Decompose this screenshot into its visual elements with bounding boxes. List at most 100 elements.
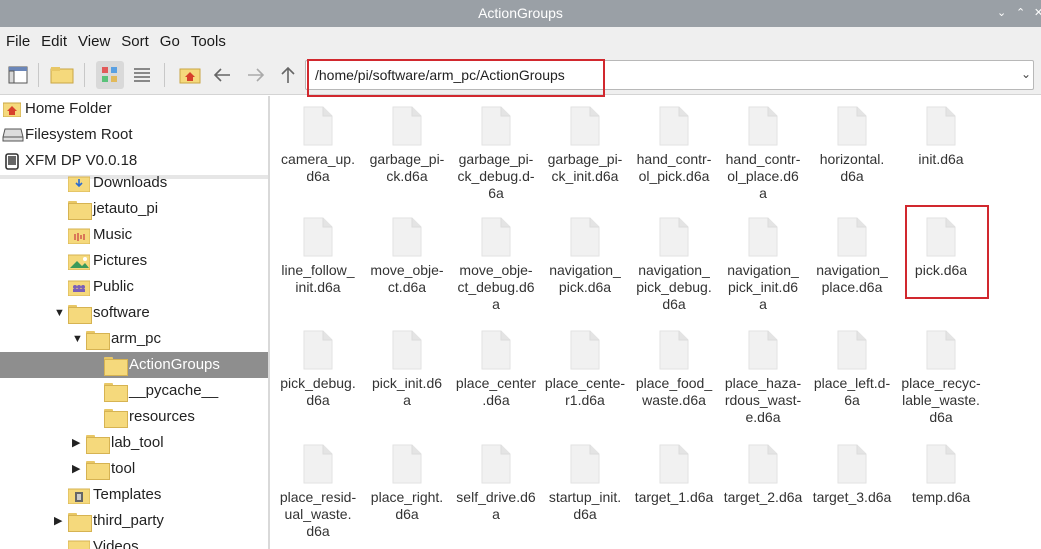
file-item[interactable]: place_resid-ual_waste. d6a [273, 444, 363, 540]
tree-item-templates[interactable]: Templates [0, 482, 268, 508]
file-item[interactable]: place_recyc-lable_waste. d6a [896, 330, 986, 426]
folder-icon [86, 461, 110, 480]
file-item[interactable]: hand_contr-ol_pick.d6a [629, 106, 719, 185]
document-icon [391, 106, 423, 146]
file-item[interactable]: target_1.d6a [629, 444, 719, 506]
maximize-icon[interactable]: ⌃ [1016, 0, 1025, 27]
path-input[interactable]: /home/pi/software/arm_pc/ActionGroups ⌄ [305, 60, 1034, 90]
minimize-icon[interactable]: ⌄ [997, 0, 1006, 27]
tree-item-arm-pc[interactable]: ▼ arm_pc [0, 326, 268, 352]
back-button[interactable] [208, 61, 236, 89]
expand-right-icon[interactable]: ▶ [72, 430, 80, 456]
document-icon [925, 330, 957, 370]
list-view-button[interactable] [128, 61, 156, 89]
file-item[interactable]: pick.d6a [896, 217, 986, 279]
file-item[interactable]: place_haza-rdous_wast-e.d6a [718, 330, 808, 426]
list-view-icon [134, 68, 150, 82]
expand-right-icon[interactable]: ▶ [72, 456, 80, 482]
tree-item-label: Music [93, 226, 133, 243]
document-icon [480, 330, 512, 370]
menu-go[interactable]: Go [154, 33, 185, 50]
file-name: temp.d6a [911, 489, 971, 505]
file-item[interactable]: garbage_pi-ck_init.d6a [540, 106, 630, 185]
file-name: place_cente-r1.d6a [544, 375, 626, 408]
arrow-up-icon [281, 66, 295, 83]
expand-down-icon[interactable]: ▼ [72, 326, 83, 352]
chevron-down-icon[interactable]: ⌄ [1021, 67, 1031, 81]
file-item[interactable]: hand_contr-ol_place.d6 a [718, 106, 808, 202]
file-item[interactable]: place_cente-r1.d6a [540, 330, 630, 409]
file-item[interactable]: garbage_pi-ck.d6a [362, 106, 452, 185]
menu-sort[interactable]: Sort [115, 33, 154, 50]
menu-file[interactable]: File [0, 33, 35, 50]
music-icon [67, 227, 91, 245]
tree-item-actiongroups[interactable]: ActionGroups [0, 352, 268, 378]
tree-item-pycache[interactable]: __pycache__ [0, 378, 268, 404]
file-item[interactable]: place_food_ waste.d6a [629, 330, 719, 409]
file-item[interactable]: horizontal. d6a [807, 106, 897, 185]
public-icon [67, 279, 91, 297]
file-item[interactable]: garbage_pi-ck_debug.d- 6a [451, 106, 541, 202]
file-item[interactable]: navigation_ pick.d6a [540, 217, 630, 296]
tree-item-label: Public [93, 278, 134, 295]
tree-item-lab-tool[interactable]: ▶ lab_tool [0, 430, 268, 456]
icon-view-button[interactable] [96, 61, 124, 89]
file-item[interactable]: navigation_ pick_init.d6 a [718, 217, 808, 313]
expand-down-icon[interactable]: ▼ [54, 300, 65, 326]
file-name: hand_contr-ol_pick.d6a [636, 151, 712, 184]
new-window-button[interactable] [4, 61, 32, 89]
tree-item-label: tool [111, 460, 136, 477]
file-item[interactable]: target_2.d6a [718, 444, 808, 506]
file-item[interactable]: place_left.d- 6a [807, 330, 897, 409]
new-tab-button[interactable] [48, 61, 76, 89]
close-icon[interactable]: ✕ [1034, 0, 1041, 27]
menu-tools[interactable]: Tools [185, 33, 231, 50]
document-icon [302, 217, 334, 257]
file-item[interactable]: startup_init. d6a [540, 444, 630, 523]
file-item[interactable]: place_center .d6a [451, 330, 541, 409]
tree-item-jetauto-pi[interactable]: jetauto_pi [0, 196, 268, 222]
tree-item-videos[interactable]: Videos [0, 534, 268, 549]
menu-edit[interactable]: Edit [35, 33, 72, 50]
new-folder-icon [50, 67, 74, 84]
tree-item-pictures[interactable]: Pictures [0, 248, 268, 274]
file-name: line_follow_ init.d6a [281, 262, 355, 295]
tree-item-third-party[interactable]: ▶ third_party [0, 508, 268, 534]
file-item[interactable]: self_drive.d6 a [451, 444, 541, 523]
document-icon [480, 217, 512, 257]
file-item[interactable]: init.d6a [896, 106, 986, 168]
document-icon [658, 330, 690, 370]
up-button[interactable] [274, 61, 302, 89]
file-item[interactable]: move_obje-ct.d6a [362, 217, 452, 296]
folder-icon [86, 331, 110, 350]
file-item[interactable]: line_follow_ init.d6a [273, 217, 363, 296]
expand-right-icon[interactable]: ▶ [54, 508, 62, 534]
file-item[interactable]: pick_init.d6 a [362, 330, 452, 409]
home-button[interactable] [176, 61, 204, 89]
folder-icon [104, 357, 128, 376]
tree-item-tool[interactable]: ▶ tool [0, 456, 268, 482]
menu-bar: File Edit View Sort Go Tools [0, 27, 1041, 55]
tree-item-music[interactable]: Music [0, 222, 268, 248]
file-item[interactable]: navigation_ pick_debug. d6a [629, 217, 719, 313]
file-item[interactable]: camera_up. d6a [273, 106, 363, 185]
place-home-folder[interactable]: Home Folder [0, 96, 268, 122]
forward-button[interactable] [242, 61, 270, 89]
document-icon [391, 217, 423, 257]
tree-item-downloads[interactable]: Downloads [0, 170, 268, 196]
file-item[interactable]: navigation_ place.d6a [807, 217, 897, 296]
file-item[interactable]: place_right. d6a [362, 444, 452, 523]
file-item[interactable]: temp.d6a [896, 444, 986, 506]
menu-view[interactable]: View [72, 33, 115, 50]
tree-item-public[interactable]: Public [0, 274, 268, 300]
file-item[interactable]: move_obje-ct_debug.d6 a [451, 217, 541, 313]
videos-icon [67, 539, 91, 549]
file-item[interactable]: pick_debug. d6a [273, 330, 363, 409]
document-icon [747, 106, 779, 146]
tree-item-resources[interactable]: resources [0, 404, 268, 430]
tree-item-label: __pycache__ [129, 382, 219, 399]
place-filesystem-root[interactable]: Filesystem Root [0, 122, 268, 148]
tree-item-software[interactable]: ▼ software [0, 300, 268, 326]
pictures-icon [67, 253, 91, 271]
file-item[interactable]: target_3.d6a [807, 444, 897, 506]
